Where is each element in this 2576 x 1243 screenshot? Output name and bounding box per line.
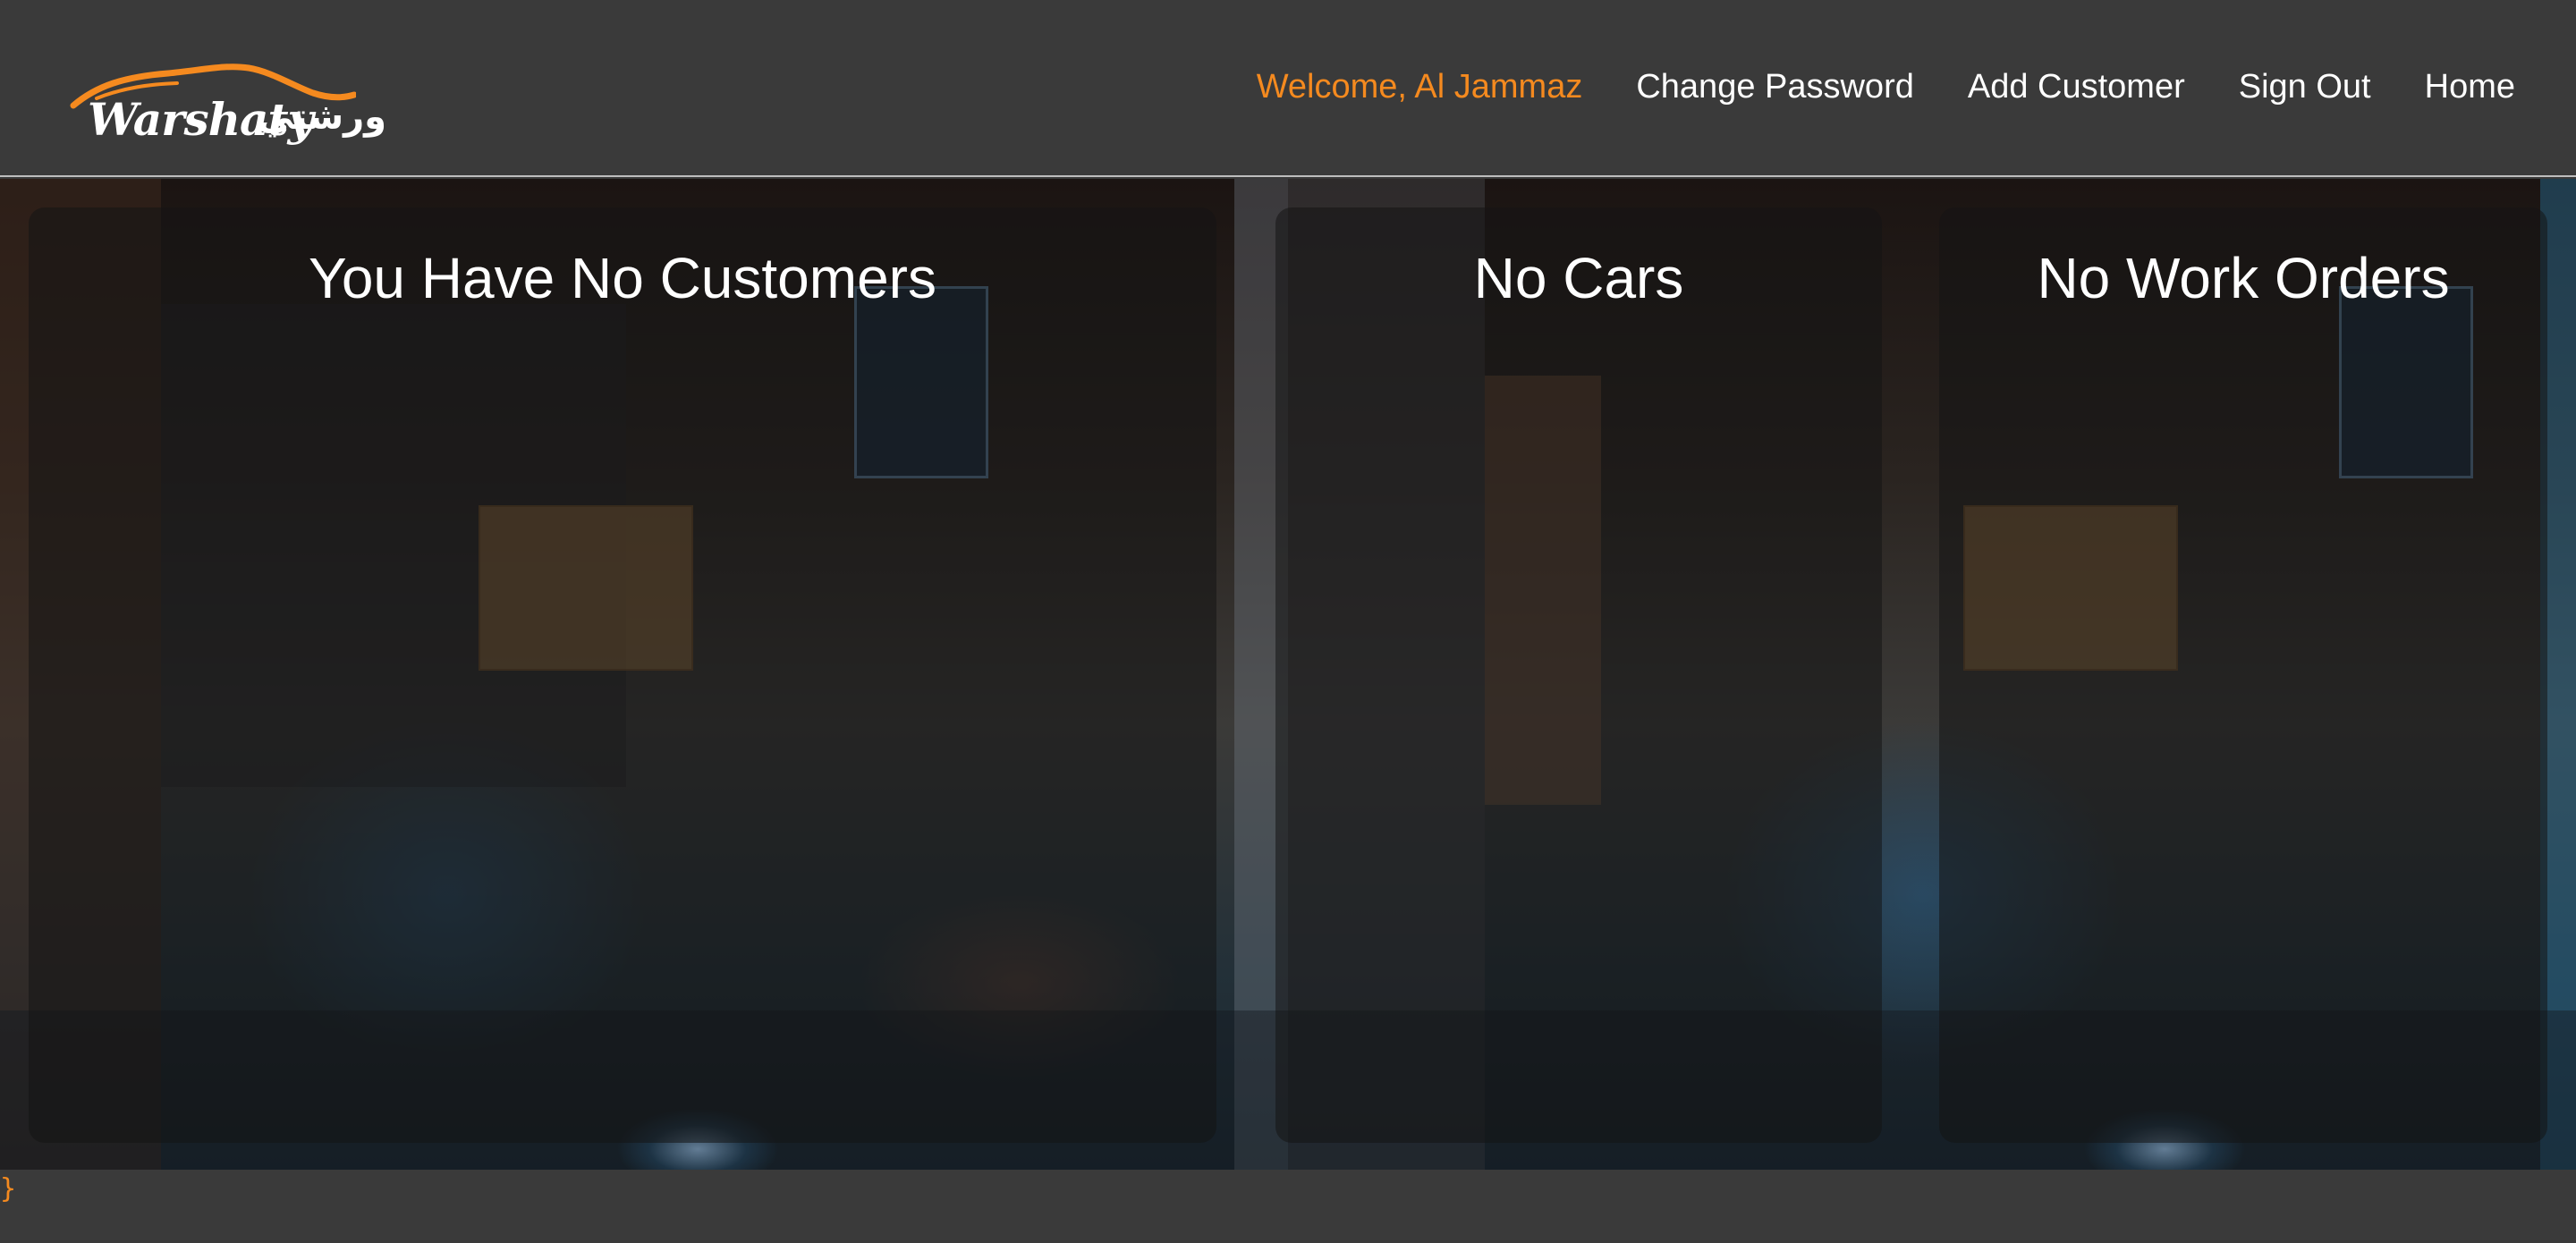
footer bbox=[0, 1170, 2576, 1243]
cars-panel: No Cars bbox=[1275, 207, 1882, 1143]
welcome-user-link[interactable]: Welcome, Al Jammaz bbox=[1257, 68, 1583, 106]
brand-name-arabic: ورشتي bbox=[258, 97, 387, 138]
work-orders-panel: No Work Orders bbox=[1939, 207, 2547, 1143]
cars-panel-title: No Cars bbox=[1473, 246, 1684, 310]
customers-panel-title: You Have No Customers bbox=[309, 246, 936, 310]
sign-out-link[interactable]: Sign Out bbox=[2239, 68, 2371, 106]
work-orders-panel-title: No Work Orders bbox=[2037, 246, 2450, 310]
stray-brace-text: } bbox=[0, 1173, 17, 1205]
brand-logo[interactable]: Warshaty ورشتي bbox=[70, 59, 386, 157]
home-link[interactable]: Home bbox=[2425, 68, 2515, 106]
add-customer-link[interactable]: Add Customer bbox=[1968, 68, 2185, 106]
navbar: Warshaty ورشتي Welcome, Al Jammaz Change… bbox=[0, 0, 2576, 177]
customers-panel: You Have No Customers bbox=[29, 207, 1216, 1143]
change-password-link[interactable]: Change Password bbox=[1636, 68, 1914, 106]
nav-links: Welcome, Al Jammaz Change Password Add C… bbox=[1257, 68, 2515, 106]
